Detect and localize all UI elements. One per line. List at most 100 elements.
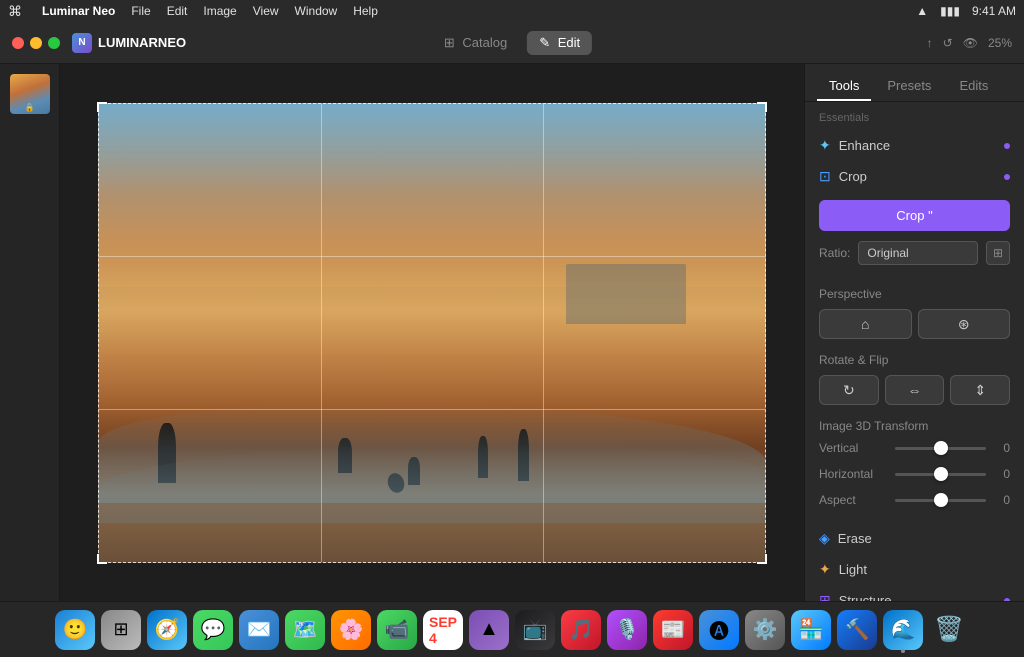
tab-edits[interactable]: Edits [947,72,1000,101]
perspective-buttons: ⌂ ⊛ [819,309,1010,339]
dock-finder2[interactable]: 🌊 [883,610,923,650]
dock-appstore[interactable]: 🅐 [699,610,739,650]
aspect-thumb[interactable] [934,493,948,507]
erase-item[interactable]: ◈ Erase [805,523,1024,554]
perspective-label: Perspective [819,287,1010,301]
structure-label: Structure [839,593,996,601]
affinity-icon: ▲ [479,618,499,641]
ratio-portrait-btn[interactable]: ⊞ [986,241,1010,265]
vertical-value: 0 [994,441,1010,455]
lock-icon: 🔒 [25,103,35,112]
crop-active-button[interactable]: Crop " [819,200,1010,231]
flip-v-btn[interactable]: ⇕ [950,375,1010,405]
edit-tab[interactable]: ✎ Edit [527,31,592,55]
erase-label: Erase [838,531,1010,546]
dock-maps[interactable]: 🗺️ [285,610,325,650]
photos-icon: 🌸 [339,617,364,642]
dock-podcasts[interactable]: 🎙️ [607,610,647,650]
dock-launchpad[interactable]: ⊞ [101,610,141,650]
crop-icon: ⊡ [819,168,831,185]
podcasts-icon: 🎙️ [615,617,640,642]
structure-icon: ⊞ [819,592,831,601]
menubar-right: ▲ ▮▮▮ 9:41 AM [916,4,1016,18]
dock-facetime[interactable]: 📹 [377,610,417,650]
dock-trash[interactable]: 🗑️ [929,610,969,650]
enhance-label: Enhance [839,138,996,153]
share-icon[interactable]: ↑ [927,36,933,50]
aspect-value: 0 [994,493,1010,507]
enhance-icon: ✦ [819,137,831,154]
dock-xcode[interactable]: 🔨 [837,610,877,650]
image-3d-label: Image 3D Transform [819,419,1010,433]
apple-menu-icon[interactable]: ⌘ [8,3,22,20]
ratio-select[interactable]: Original 1:1 4:3 16:9 3:2 [858,241,978,265]
tab-presets[interactable]: Presets [875,72,943,101]
menubar: ⌘ Luminar Neo File Edit Image View Windo… [0,0,1024,22]
flip-h-btn[interactable]: ⇔ [885,375,945,405]
menu-window[interactable]: Window [295,4,338,18]
menu-edit[interactable]: Edit [167,4,188,18]
vertical-slider[interactable] [895,447,986,450]
tab-tools[interactable]: Tools [817,72,871,101]
dock-news[interactable]: 📰 [653,610,693,650]
horizontal-row: Horizontal 0 [819,467,1010,481]
menu-image[interactable]: Image [203,4,236,18]
light-label: Light [839,562,1010,577]
menu-view[interactable]: View [253,4,279,18]
dock-affinity[interactable]: ▲ [469,610,509,650]
music-icon: 🎵 [569,617,594,642]
preview-icon[interactable]: 👁 [963,36,978,50]
erase-icon: ◈ [819,530,830,547]
building-bg [566,264,686,324]
rotate-section: Rotate & Flip ↻ ⇔ ⇕ [805,349,1024,415]
crop-item[interactable]: ⊡ Crop [805,161,1024,192]
vertical-thumb[interactable] [934,441,948,455]
dock-photos[interactable]: 🌸 [331,610,371,650]
close-button[interactable] [12,37,24,49]
dock-safari[interactable]: 🧭 [147,610,187,650]
dock-calendar[interactable]: SEP4 [423,610,463,650]
slider-section: Image 3D Transform Vertical 0 Horizontal… [805,415,1024,523]
dock: 🙂 ⊞ 🧭 💬 ✉️ 🗺️ 🌸 📹 SEP4 ▲ 📺 🎵 🎙️ 📰 🅐 ⚙️ [0,601,1024,657]
horizontal-thumb[interactable] [934,467,948,481]
dock-finder[interactable]: 🙂 [55,610,95,650]
perspective-auto-btn[interactable]: ⌂ [819,309,912,339]
crop-dot [1004,174,1010,180]
menu-help[interactable]: Help [353,4,378,18]
thumbnail-item[interactable]: 🔒 [10,74,50,114]
dock-music[interactable]: 🎵 [561,610,601,650]
perspective-manual-btn[interactable]: ⊛ [918,309,1011,339]
edit-icon: ✎ [539,35,550,50]
structure-dot [1004,598,1010,602]
launchpad-icon: ⊞ [113,619,128,640]
fullscreen-button[interactable] [48,37,60,49]
app-name: Luminar Neo [42,4,115,18]
finder2-icon: 🌊 [891,617,916,642]
light-item[interactable]: ✦ Light [805,554,1024,585]
enhance-dot [1004,143,1010,149]
dock-messages[interactable]: 💬 [193,610,233,650]
systemprefs-icon: ⚙️ [753,617,778,642]
rotate-cw-btn[interactable]: ↻ [819,375,879,405]
minimize-button[interactable] [30,37,42,49]
vertical-row: Vertical 0 [819,441,1010,455]
dock-store[interactable]: 🏪 [791,610,831,650]
menu-file[interactable]: File [131,4,150,18]
light-icon: ✦ [819,561,831,578]
safari-icon: 🧭 [155,617,180,642]
dock-systemprefs[interactable]: ⚙️ [745,610,785,650]
messages-icon: 💬 [201,617,226,642]
structure-item[interactable]: ⊞ Structure [805,585,1024,601]
horizontal-slider[interactable] [895,473,986,476]
dock-appletv[interactable]: 📺 [515,610,555,650]
wifi-icon: ▲ [916,4,928,18]
dock-mail[interactable]: ✉️ [239,610,279,650]
titlebar-right: ↑ ↺ 👁 25% [927,36,1012,50]
enhance-item[interactable]: ✦ Enhance [805,130,1024,161]
history-icon[interactable]: ↺ [943,36,953,50]
catalog-tab[interactable]: ⊞ Catalog [432,31,519,55]
aspect-slider[interactable] [895,499,986,502]
calendar-icon: SEP4 [429,614,457,646]
crop-section: Crop " Ratio: Original 1:1 4:3 16:9 3:2 … [805,192,1024,283]
zoom-level: 25% [988,36,1012,50]
